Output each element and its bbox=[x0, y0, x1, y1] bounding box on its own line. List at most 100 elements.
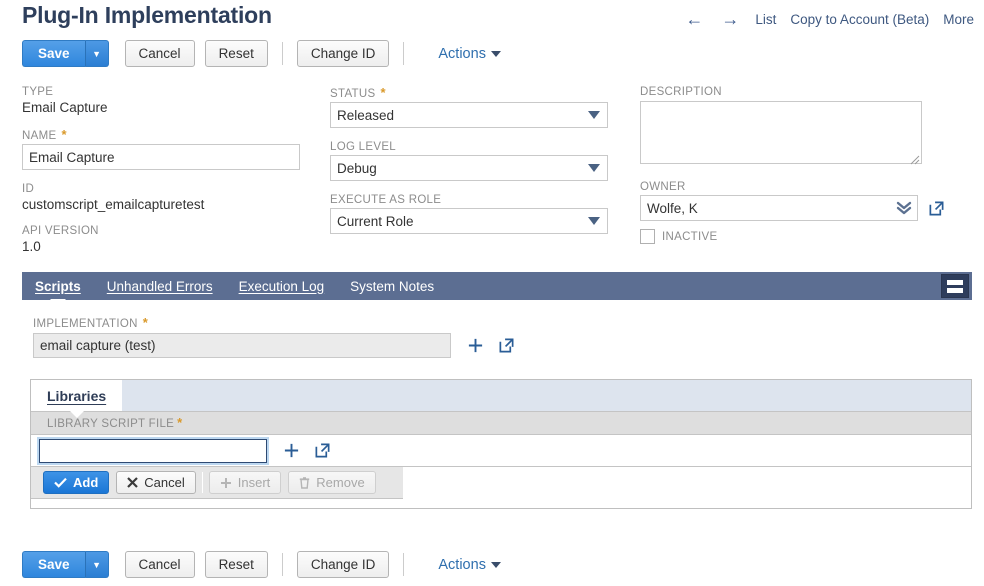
owner-label: OWNER bbox=[640, 181, 686, 193]
field-column-middle: STATUS * Released LOG LEVEL Debug EXECUT… bbox=[330, 86, 610, 247]
inactive-row: INACTIVE bbox=[640, 229, 960, 244]
api-version-label: API VERSION bbox=[22, 225, 99, 237]
plus-icon[interactable] bbox=[283, 442, 300, 459]
active-tab-notch bbox=[49, 299, 66, 307]
execute-as-role-select[interactable]: Current Role bbox=[330, 208, 608, 234]
remove-button: Remove bbox=[288, 471, 376, 494]
actions-menu-bottom[interactable]: Actions bbox=[438, 557, 501, 573]
owner-lookup: Wolfe, K bbox=[640, 195, 960, 221]
toolbar-bottom: Save ▼ Cancel Reset Change ID Actions bbox=[22, 551, 501, 578]
plus-icon bbox=[220, 477, 231, 488]
sublist-footer bbox=[31, 499, 971, 508]
actions-menu[interactable]: Actions bbox=[438, 46, 501, 62]
log-level-label: LOG LEVEL bbox=[330, 141, 396, 153]
libraries-tab-strip: Libraries bbox=[31, 380, 971, 418]
toolbar-top: Save ▼ Cancel Reset Change ID Actions bbox=[22, 40, 501, 67]
tab-execution-log[interactable]: Execution Log bbox=[226, 272, 338, 300]
status-select-wrap: Released bbox=[330, 102, 608, 128]
libraries-button-row: Add Cancel Insert Remove bbox=[31, 467, 403, 499]
save-dropdown-chevron-down-icon[interactable]: ▼ bbox=[84, 40, 109, 67]
change-id-button-bottom[interactable]: Change ID bbox=[296, 551, 390, 578]
field-column-left: TYPE Email Capture NAME * ID customscrip… bbox=[22, 86, 322, 267]
inactive-label: INACTIVE bbox=[662, 230, 718, 243]
actions-label: Actions bbox=[438, 45, 486, 62]
required-marker: * bbox=[61, 127, 67, 142]
layout-row-bar bbox=[947, 287, 963, 293]
divider bbox=[403, 42, 405, 65]
library-script-file-header: LIBRARY SCRIPT FILE * bbox=[47, 415, 183, 430]
copy-to-account-link[interactable]: Copy to Account (Beta) bbox=[790, 12, 929, 27]
id-label: ID bbox=[22, 183, 35, 195]
list-link[interactable]: List bbox=[755, 12, 776, 27]
save-button-group-bottom: Save ▼ bbox=[22, 551, 109, 578]
execute-as-role-label: EXECUTE AS ROLE bbox=[330, 194, 442, 206]
insert-button: Insert bbox=[208, 471, 282, 494]
open-in-new-icon[interactable] bbox=[928, 200, 945, 217]
required-marker: * bbox=[380, 85, 386, 100]
description-textarea[interactable] bbox=[640, 101, 922, 164]
owner-input[interactable]: Wolfe, K bbox=[640, 195, 918, 221]
chevron-down-icon bbox=[490, 561, 501, 568]
api-version-value: 1.0 bbox=[22, 239, 41, 254]
open-in-new-icon[interactable] bbox=[498, 337, 515, 354]
save-button-bottom[interactable]: Save bbox=[22, 551, 85, 578]
subtab-libraries[interactable]: Libraries bbox=[31, 380, 123, 418]
implementation-label: IMPLEMENTATION * bbox=[33, 315, 149, 330]
main-tab-bar: Scripts Unhandled Errors Execution Log S… bbox=[22, 272, 972, 307]
required-marker: * bbox=[177, 415, 183, 430]
divider bbox=[281, 553, 283, 576]
name-label: NAME * bbox=[22, 127, 67, 142]
required-marker: * bbox=[142, 315, 149, 330]
execute-as-role-select-wrap: Current Role bbox=[330, 208, 608, 234]
field-column-right: DESCRIPTION OWNER Wolfe, K INACTIVE bbox=[640, 86, 960, 244]
libraries-column-header: LIBRARY SCRIPT FILE * bbox=[31, 411, 971, 435]
tab-scripts[interactable]: Scripts bbox=[22, 272, 94, 307]
arrow-left-icon[interactable]: ← bbox=[683, 10, 705, 28]
save-button-group: Save ▼ bbox=[22, 40, 109, 67]
active-subtab-notch bbox=[68, 410, 85, 418]
type-value: Email Capture bbox=[22, 100, 108, 115]
divider bbox=[201, 472, 203, 493]
save-button[interactable]: Save bbox=[22, 40, 85, 67]
status-label: STATUS * bbox=[330, 85, 386, 100]
page-title: Plug-In Implementation bbox=[22, 2, 272, 28]
cancel-button-bottom[interactable]: Cancel bbox=[124, 551, 195, 578]
add-button[interactable]: Add bbox=[43, 471, 110, 494]
description-label: DESCRIPTION bbox=[640, 86, 722, 98]
libraries-input-row bbox=[31, 435, 971, 467]
plus-icon[interactable] bbox=[467, 337, 484, 354]
arrow-right-icon[interactable]: → bbox=[719, 10, 741, 28]
trash-icon bbox=[300, 476, 310, 489]
actions-label: Actions bbox=[438, 556, 486, 573]
libraries-sublist: Libraries LIBRARY SCRIPT FILE * Add Canc… bbox=[30, 379, 972, 509]
divider bbox=[403, 553, 405, 576]
open-in-new-icon[interactable] bbox=[314, 442, 331, 459]
cancel-line-button[interactable]: Cancel bbox=[116, 471, 196, 494]
top-navigation: ← → List Copy to Account (Beta) More bbox=[683, 10, 974, 28]
implementation-row: email capture (test) bbox=[33, 333, 515, 358]
status-select[interactable]: Released bbox=[330, 102, 608, 128]
chevron-down-icon bbox=[490, 50, 501, 57]
layout-rows-icon[interactable] bbox=[941, 274, 969, 298]
log-level-select[interactable]: Debug bbox=[330, 155, 608, 181]
plugin-implementation-page: Plug-In Implementation ← → List Copy to … bbox=[0, 0, 984, 586]
implementation-input[interactable]: email capture (test) bbox=[33, 333, 451, 358]
reset-button-bottom[interactable]: Reset bbox=[204, 551, 268, 578]
more-link[interactable]: More bbox=[943, 12, 974, 27]
type-label: TYPE bbox=[22, 86, 54, 98]
tab-system-notes[interactable]: System Notes bbox=[337, 272, 447, 300]
id-value: customscript_emailcapturetest bbox=[22, 197, 205, 212]
library-script-file-input[interactable] bbox=[39, 438, 267, 463]
close-x-icon bbox=[127, 477, 139, 488]
check-icon bbox=[54, 477, 67, 488]
change-id-button[interactable]: Change ID bbox=[296, 40, 390, 67]
save-dropdown-chevron-down-icon[interactable]: ▼ bbox=[84, 551, 109, 578]
tab-unhandled-errors[interactable]: Unhandled Errors bbox=[94, 272, 226, 300]
name-input[interactable] bbox=[22, 144, 300, 170]
cancel-button[interactable]: Cancel bbox=[124, 40, 195, 67]
log-level-select-wrap: Debug bbox=[330, 155, 608, 181]
inactive-checkbox[interactable] bbox=[640, 229, 655, 244]
reset-button[interactable]: Reset bbox=[204, 40, 268, 67]
divider bbox=[281, 42, 283, 65]
description-wrap bbox=[640, 101, 922, 167]
